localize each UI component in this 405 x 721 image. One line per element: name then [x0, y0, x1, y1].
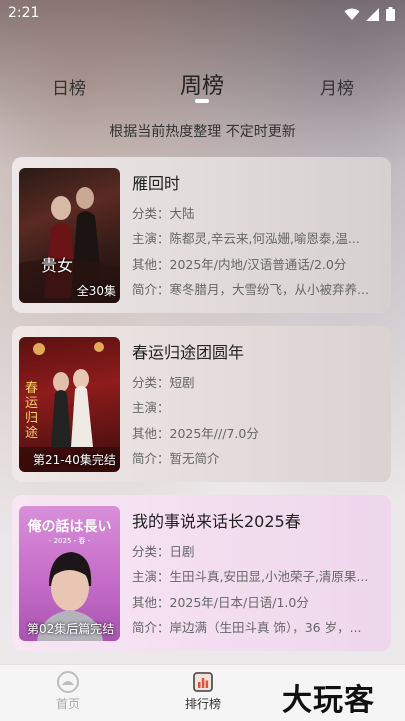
- drama-title: 春运归途团圆年: [132, 343, 245, 362]
- tab-monthly[interactable]: 月榜: [320, 74, 354, 99]
- tab-weekly[interactable]: 周榜: [180, 68, 224, 100]
- nav-home-label: 首页: [55, 697, 80, 711]
- drama-category: 分类：短剧: [132, 375, 195, 390]
- ranking-icon: [193, 672, 213, 692]
- drama-other: 其他：2025年/日本/日语/1.0分: [132, 595, 309, 610]
- nav-home[interactable]: 首页: [38, 671, 98, 712]
- drama-title: 我的事说来话长2025春: [132, 512, 301, 531]
- signal-icon: [366, 7, 379, 21]
- watermark-logo: 大玩客: [282, 683, 375, 718]
- list-item[interactable]: 春运归途 第21-40集完结 春运归途团圆年 分类：短剧 主演： 其他：2025…: [12, 326, 391, 482]
- drama-cast: 主演：: [132, 400, 170, 415]
- wifi-icon: [344, 8, 360, 20]
- poster-image: 春运归途 第21-40集完结: [19, 337, 120, 472]
- drama-category: 分类：大陆: [132, 206, 195, 221]
- drama-intro: 简介：寒冬腊月，大雪纷飞，从小被弃养...: [132, 282, 369, 297]
- poster-title-text: 贵女: [41, 256, 74, 275]
- battery-icon: [386, 7, 395, 21]
- drama-intro: 简介：岸边满（生田斗真 饰），36 岁，...: [132, 620, 362, 635]
- drama-intro: 简介：暂无简介: [132, 451, 220, 466]
- ranking-tabs: 日榜 周榜 月榜: [0, 68, 405, 108]
- drama-cast: 主演：生田斗真,安田显,小池荣子,清原果...: [132, 569, 369, 584]
- episode-badge: 第21-40集完结: [33, 453, 116, 467]
- status-icons: [344, 7, 395, 21]
- tab-active-indicator: [195, 99, 209, 103]
- episode-badge: 全30集: [76, 284, 116, 298]
- home-icon: [57, 671, 79, 693]
- status-time: 2:21: [8, 5, 40, 21]
- poster-image: 贵女 全30集: [19, 168, 120, 303]
- tab-daily[interactable]: 日榜: [52, 74, 86, 99]
- poster-title-text: 春运归途: [25, 381, 39, 441]
- ranking-subtitle: 根据当前热度整理 不定时更新: [109, 124, 296, 140]
- poster-image: 俺の話は長い - 2025・春 - 第02集后篇完结: [19, 506, 120, 641]
- drama-other: 其他：2025年///7.0分: [132, 426, 259, 441]
- drama-category: 分类：日剧: [132, 544, 195, 559]
- drama-title: 雁回时: [132, 174, 181, 193]
- nav-ranking-label: 排行榜: [184, 697, 221, 711]
- drama-cast: 主演：陈都灵,辛云来,何泓姗,喻恩泰,温...: [132, 231, 360, 246]
- drama-other: 其他：2025年/内地/汉语普通话/2.0分: [132, 257, 347, 272]
- episode-badge: 第02集后篇完结: [27, 622, 115, 636]
- list-item[interactable]: 贵女 全30集 雁回时 分类：大陆 主演：陈都灵,辛云来,何泓姗,喻恩泰,温..…: [12, 157, 391, 313]
- nav-ranking[interactable]: 排行榜: [173, 671, 233, 712]
- list-item[interactable]: 俺の話は長い - 2025・春 - 第02集后篇完结 我的事说来话长2025春 …: [12, 495, 391, 651]
- status-bar: 2:21: [0, 0, 405, 28]
